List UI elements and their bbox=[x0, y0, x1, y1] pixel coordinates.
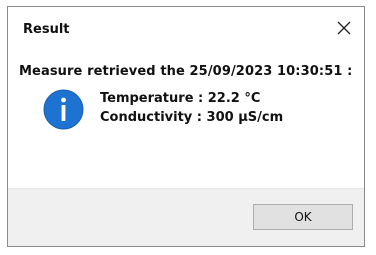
info-icon bbox=[43, 89, 84, 130]
title-bar: Result bbox=[8, 7, 364, 47]
dialog-title: Result bbox=[23, 22, 70, 37]
dialog-content: Measure retrieved the 25/09/2023 10:30:5… bbox=[8, 47, 364, 189]
close-button[interactable] bbox=[324, 12, 364, 44]
result-dialog: Result Measure retrieved the 25/09/2023 … bbox=[7, 6, 365, 247]
conductivity-text: Conductivity : 300 µS/cm bbox=[100, 110, 284, 125]
message-text: Measure retrieved the 25/09/2023 10:30:5… bbox=[19, 64, 353, 79]
close-icon bbox=[337, 21, 351, 35]
button-bar: OK bbox=[8, 188, 364, 246]
ok-button[interactable]: OK bbox=[253, 204, 353, 230]
temperature-text: Temperature : 22.2 °C bbox=[100, 91, 261, 106]
measurement-details: Temperature : 22.2 °C Conductivity : 300… bbox=[100, 89, 283, 127]
